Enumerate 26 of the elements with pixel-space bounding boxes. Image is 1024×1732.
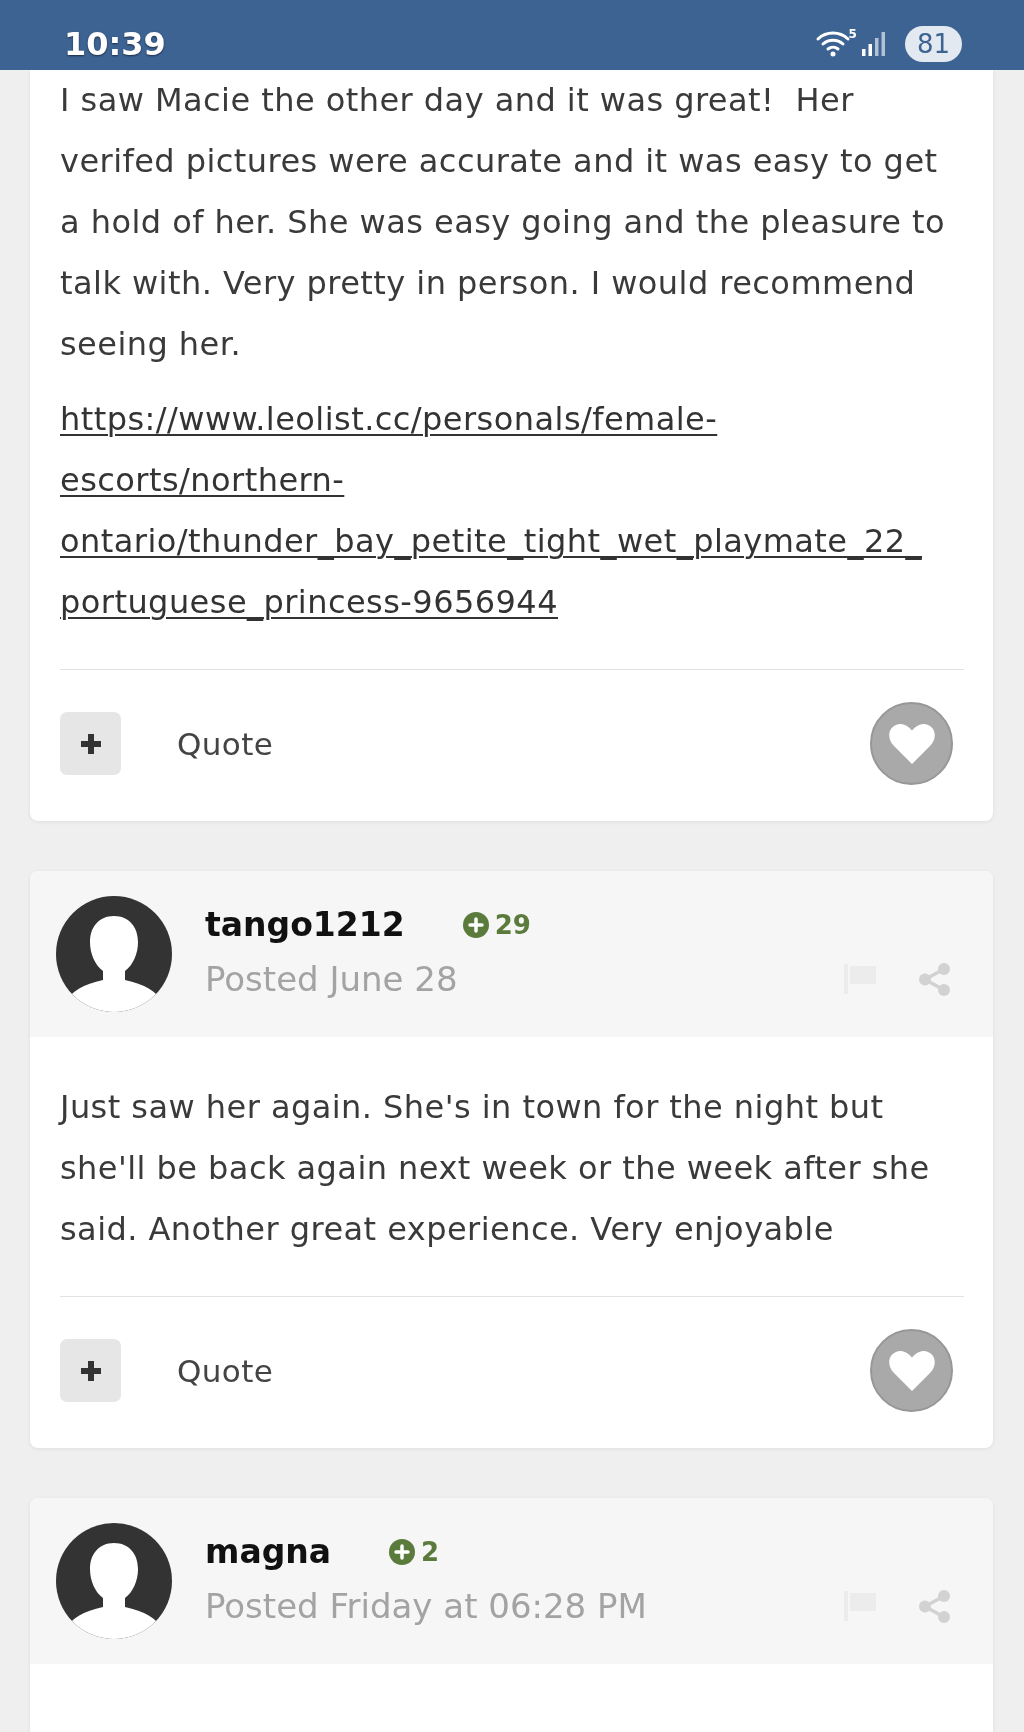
status-time: 10:39 xyxy=(64,24,166,64)
heart-icon xyxy=(888,723,935,764)
quote-button[interactable]: Quote xyxy=(177,723,274,764)
wifi-icon xyxy=(814,29,851,59)
user-avatar-icon xyxy=(56,1523,172,1639)
heart-icon xyxy=(888,1350,935,1391)
user-avatar-icon xyxy=(56,896,172,1012)
reputation-plus-icon xyxy=(389,1539,416,1565)
network-label: 5 xyxy=(848,28,857,41)
post-text: I saw Macie the other day and it was great! Her verifed pictures were accurate and it was easy to get a hold of her. She was easy going and the pleasure to talk with. Very pretty in person. I would recommend seeing her. xyxy=(60,80,947,365)
post-text: Just saw her again. She's in town for the night but she'll be back again next week or the week after she said. Another great experience. Very enjoyable xyxy=(60,1087,931,1250)
post-date: Posted June 28 xyxy=(205,958,458,1000)
battery-indicator: 81 xyxy=(904,26,962,62)
reputation-count: 29 xyxy=(494,909,531,941)
signal-icon xyxy=(860,32,887,56)
reputation-plus-icon xyxy=(462,912,489,938)
quote-button[interactable]: Quote xyxy=(177,1350,274,1391)
plus-icon xyxy=(78,731,103,756)
add-button[interactable] xyxy=(60,712,121,775)
reputation-count: 2 xyxy=(421,1536,440,1568)
post-date: Posted Friday at 06:28 PM xyxy=(205,1585,647,1627)
post-link[interactable]: https://www.leolist.cc/personals/female-escorts/northern-ontario/thunder_bay_petite_tight_wet_playmate_22_portuguese_princess-9656944 xyxy=(60,389,930,633)
username[interactable]: tango1212 xyxy=(205,904,405,946)
add-button[interactable] xyxy=(60,1339,121,1402)
plus-icon xyxy=(78,1358,103,1383)
username[interactable]: magna xyxy=(205,1531,332,1573)
